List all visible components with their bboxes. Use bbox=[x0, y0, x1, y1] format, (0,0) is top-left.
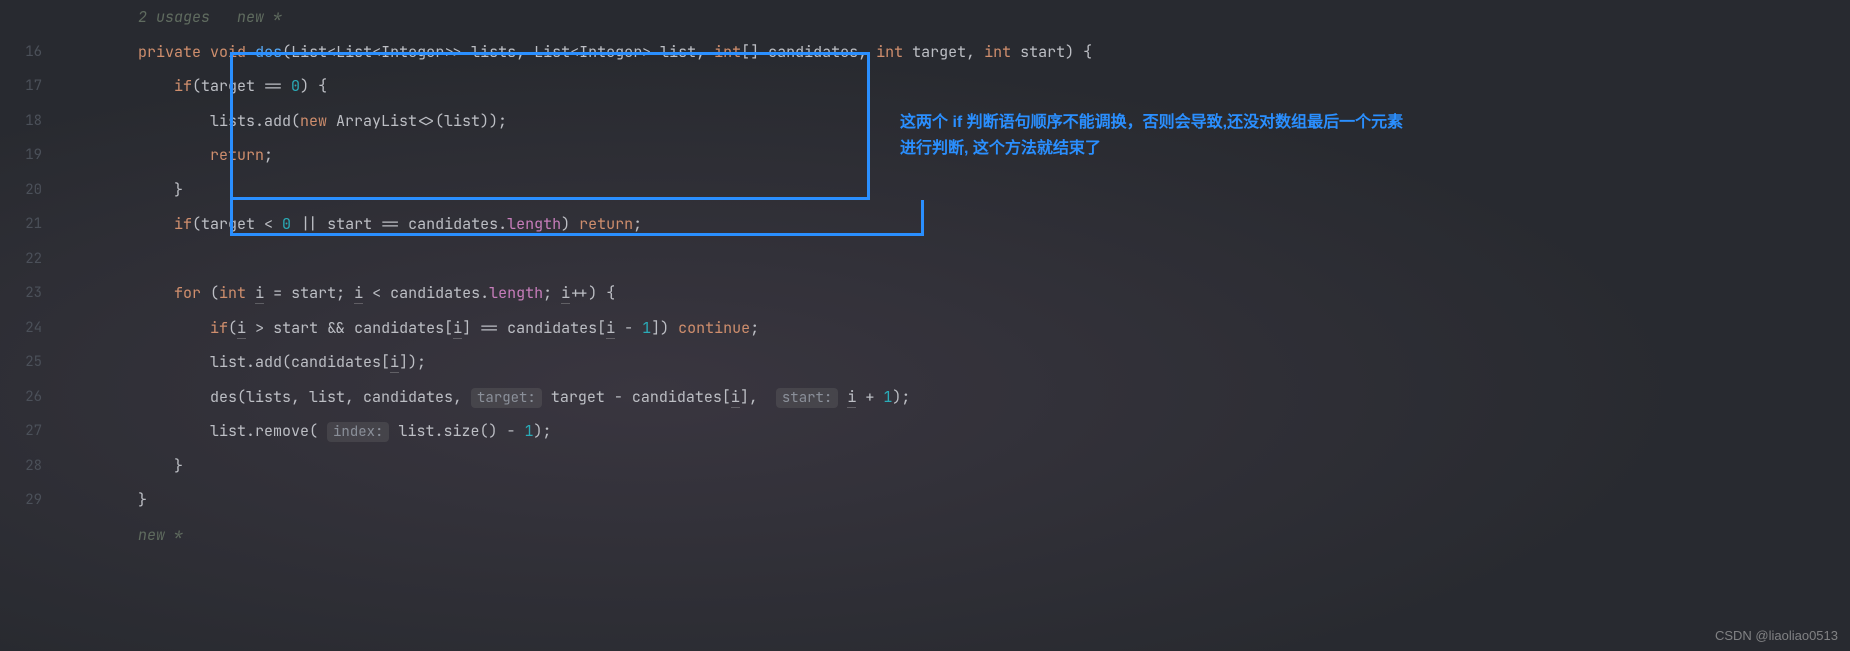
usage-hint: new * bbox=[60, 518, 1850, 553]
usage-hint: 2 usages new * bbox=[60, 0, 1850, 35]
code-content[interactable]: 2 usages new * private void des(List<Lis… bbox=[60, 0, 1850, 651]
code-line: for (int i = start; i < candidates.lengt… bbox=[60, 276, 1850, 311]
line-number: 20 bbox=[0, 173, 42, 208]
code-line: des(lists, list, candidates, target: tar… bbox=[60, 380, 1850, 415]
line-number: 16 bbox=[0, 35, 42, 70]
line-number: 28 bbox=[0, 449, 42, 484]
param-hint-target: target: bbox=[471, 388, 542, 408]
annotation-text: 这两个 if 判断语句顺序不能调换，否则会导致,还没对数组最后一个元素 进行判断… bbox=[900, 110, 1403, 162]
code-line: } bbox=[60, 483, 1850, 518]
line-number: 19 bbox=[0, 138, 42, 173]
code-line: } bbox=[60, 173, 1850, 208]
param-hint-index: index: bbox=[327, 422, 389, 442]
line-number: 24 bbox=[0, 311, 42, 346]
code-line bbox=[60, 242, 1850, 277]
line-number: 21 bbox=[0, 207, 42, 242]
code-line: if(target < 0 || start == candidates.len… bbox=[60, 207, 1850, 242]
code-editor[interactable]: 16 17 18 19 20 21 22 23 24 25 26 27 28 2… bbox=[0, 0, 1850, 651]
code-line: if(i > start && candidates[i] == candida… bbox=[60, 311, 1850, 346]
line-number: 26 bbox=[0, 380, 42, 415]
line-number: 29 bbox=[0, 483, 42, 518]
code-line: } bbox=[60, 449, 1850, 484]
line-number: 23 bbox=[0, 276, 42, 311]
code-line: if(target == 0) { bbox=[60, 69, 1850, 104]
code-line: private void des(List<List<Integer>> lis… bbox=[60, 35, 1850, 70]
line-number: 22 bbox=[0, 242, 42, 277]
line-number: 17 bbox=[0, 69, 42, 104]
watermark: CSDN @liaoliao0513 bbox=[1715, 628, 1838, 643]
line-gutter: 16 17 18 19 20 21 22 23 24 25 26 27 28 2… bbox=[0, 0, 60, 651]
param-hint-start: start: bbox=[776, 388, 838, 408]
line-number: 18 bbox=[0, 104, 42, 139]
line-number: 25 bbox=[0, 345, 42, 380]
code-line: list.remove( index: list.size() - 1); bbox=[60, 414, 1850, 449]
code-line: list.add(candidates[i]); bbox=[60, 345, 1850, 380]
line-number: 27 bbox=[0, 414, 42, 449]
